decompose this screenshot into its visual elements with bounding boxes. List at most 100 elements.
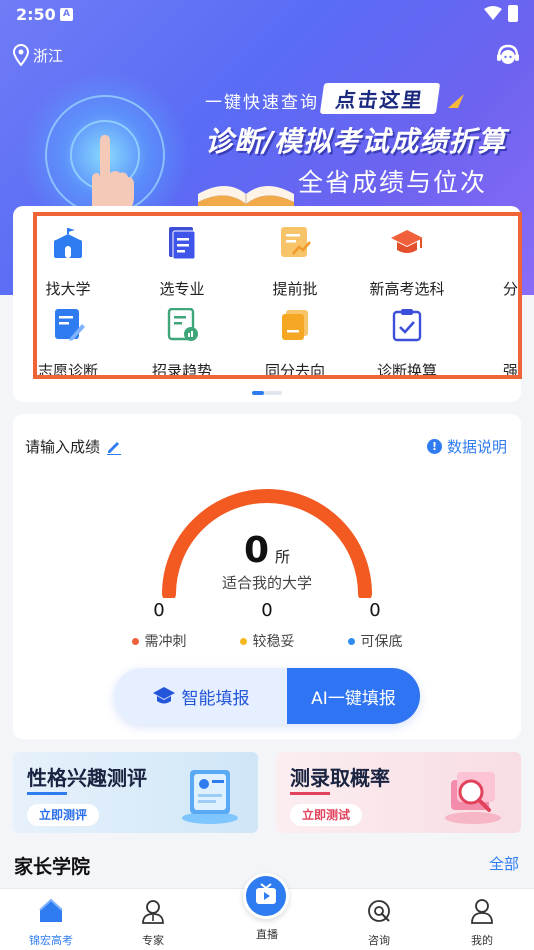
- menu-item-subject-selection[interactable]: 新高考选科: [357, 226, 457, 299]
- hand-icon: [92, 135, 134, 213]
- menu-item-early-batch[interactable]: 提前批: [245, 226, 345, 299]
- parents-academy-title: 家长学院: [14, 856, 91, 878]
- edit-document-icon: [55, 309, 85, 341]
- book-list-icon: [169, 227, 196, 260]
- stat-label: 需冲刺: [144, 634, 187, 650]
- score-prompt-label: 请输入成绩: [25, 438, 101, 456]
- data-explanation-label: 数据说明: [446, 438, 507, 456]
- stat-label-row: 较稳妥: [217, 631, 317, 651]
- expert-icon: [142, 900, 164, 924]
- menu-item-score-rank[interactable]: 分数: [468, 226, 521, 299]
- nav-label: 我的: [471, 934, 493, 947]
- cursor-arrow-icon: [448, 94, 464, 108]
- customer-service-icon[interactable]: [495, 42, 521, 68]
- nav-label: 锦宏高考: [29, 934, 73, 947]
- nav-label: 咨询: [368, 934, 390, 947]
- status-bar: 2:50 A: [0, 0, 534, 30]
- notification-icon: A: [60, 8, 73, 21]
- stat-value: 0: [153, 600, 165, 621]
- safe-dot-icon: [347, 637, 355, 645]
- test-report-icon: [182, 770, 238, 824]
- location-selector[interactable]: 浙江: [12, 44, 63, 66]
- page-indicator: [252, 391, 284, 395]
- stable-dot-icon: [239, 637, 247, 645]
- banner-subline: 全省成绩与位次: [298, 168, 488, 197]
- stat-label-row: 可保底: [325, 631, 425, 651]
- score-card: 请输入成绩 ! 数据说明 0所 适合我的大学 0 需冲刺 0 较稳妥 0 可保底…: [13, 414, 521, 739]
- nav-profile[interactable]: 我的: [442, 889, 522, 948]
- pencil-icon: [107, 441, 122, 455]
- menu-label: 找大学: [45, 280, 91, 298]
- nav-home[interactable]: 锦宏高考: [11, 889, 91, 948]
- menu-item-application-diagnosis[interactable]: 志愿诊断: [18, 308, 118, 381]
- menu-item-find-university[interactable]: 找大学: [18, 226, 118, 299]
- stat-value: 0: [369, 600, 381, 621]
- menu-label: 同分去向: [264, 362, 325, 380]
- stat-label-row: 需冲刺: [109, 631, 209, 651]
- promo-underline: [290, 792, 330, 795]
- promo-underline: [27, 792, 67, 795]
- menu-label: 选专业: [159, 280, 205, 298]
- menu-item-same-score-destination[interactable]: 同分去向: [245, 308, 345, 381]
- info-icon: !: [426, 439, 442, 454]
- start-test-button[interactable]: 立即测评: [27, 804, 100, 826]
- start-test-button[interactable]: 立即测试: [290, 804, 363, 826]
- page-indicator-inactive: [264, 391, 282, 395]
- location-pin-icon: [12, 44, 30, 66]
- banner-cta[interactable]: 点击这里: [319, 83, 441, 114]
- banner-headline: 诊断/模拟考试成绩折算: [205, 125, 507, 158]
- location-label: 浙江: [33, 46, 64, 65]
- ai-fill-button[interactable]: AI一键填报: [287, 668, 420, 724]
- menu-label: 新高考选科: [369, 280, 445, 298]
- clipboard-check-icon: [392, 309, 422, 342]
- book-icon: [198, 186, 294, 206]
- stacked-document-icon: [282, 310, 308, 340]
- score-input-prompt[interactable]: 请输入成绩: [25, 436, 122, 457]
- smart-fill-label: 智能填报: [181, 688, 250, 709]
- home-icon: [39, 898, 63, 922]
- nav-consult[interactable]: 咨询: [339, 889, 419, 948]
- count-number: 0: [243, 530, 270, 571]
- stat-label: 可保底: [360, 634, 403, 650]
- banner-tagline: 一键快速查询: [205, 93, 319, 113]
- stat-reach: 0 需冲刺: [109, 600, 209, 651]
- count-unit: 所: [275, 548, 291, 566]
- stat-stable: 0 较稳妥: [217, 600, 317, 651]
- see-all-link[interactable]: 全部: [489, 853, 519, 874]
- university-icon: [54, 228, 82, 258]
- wifi-icon: [484, 6, 502, 20]
- menu-item-strong-foundation[interactable]: 强基: [468, 308, 521, 381]
- tv-play-icon: [256, 883, 276, 904]
- stat-safe: 0 可保底: [325, 600, 425, 651]
- battery-icon: [508, 5, 518, 22]
- menu-label: 志愿诊断: [37, 362, 98, 380]
- personality-test-card[interactable]: 性格兴趣测评 立即测评: [13, 752, 258, 833]
- admission-probability-card[interactable]: 测录取概率 立即测试: [276, 752, 521, 833]
- stat-value: 0: [261, 600, 273, 621]
- ai-fill-label: AI一键填报: [311, 688, 396, 709]
- menu-label: 诊断换算: [376, 362, 437, 380]
- status-time: 2:50: [16, 5, 56, 24]
- page-indicator-active: [252, 391, 264, 395]
- nav-expert[interactable]: 专家: [113, 889, 193, 948]
- score-rank-icon: [500, 226, 521, 260]
- promo-title: 测录取概率: [290, 766, 390, 790]
- document-trend-icon: [281, 227, 311, 257]
- menu-label: 强基: [502, 362, 521, 380]
- menu-item-admission-trend[interactable]: 招录趋势: [132, 307, 232, 381]
- magnifier-book-icon: [445, 772, 501, 824]
- smart-fill-button[interactable]: 智能填报: [114, 668, 287, 724]
- live-button[interactable]: [243, 873, 289, 919]
- graduation-cap-icon: [152, 687, 175, 704]
- menu-item-choose-major[interactable]: 选专业: [132, 226, 232, 299]
- stat-label: 较稳妥: [252, 634, 295, 650]
- menu-label: 分数: [502, 280, 521, 298]
- quick-menu-card: 找大学 选专业 提前批 新高考选科 分数: [13, 206, 521, 402]
- consult-icon: [368, 900, 390, 922]
- menu-label: 提前批: [272, 280, 318, 298]
- fill-buttons: 智能填报 AI一键填报: [114, 668, 420, 724]
- graduation-cap-icon: [391, 230, 423, 253]
- data-explanation-link[interactable]: ! 数据说明: [426, 436, 507, 457]
- strong-foundation-icon: [500, 308, 521, 342]
- menu-item-diagnosis-conversion[interactable]: 诊断换算: [357, 308, 457, 381]
